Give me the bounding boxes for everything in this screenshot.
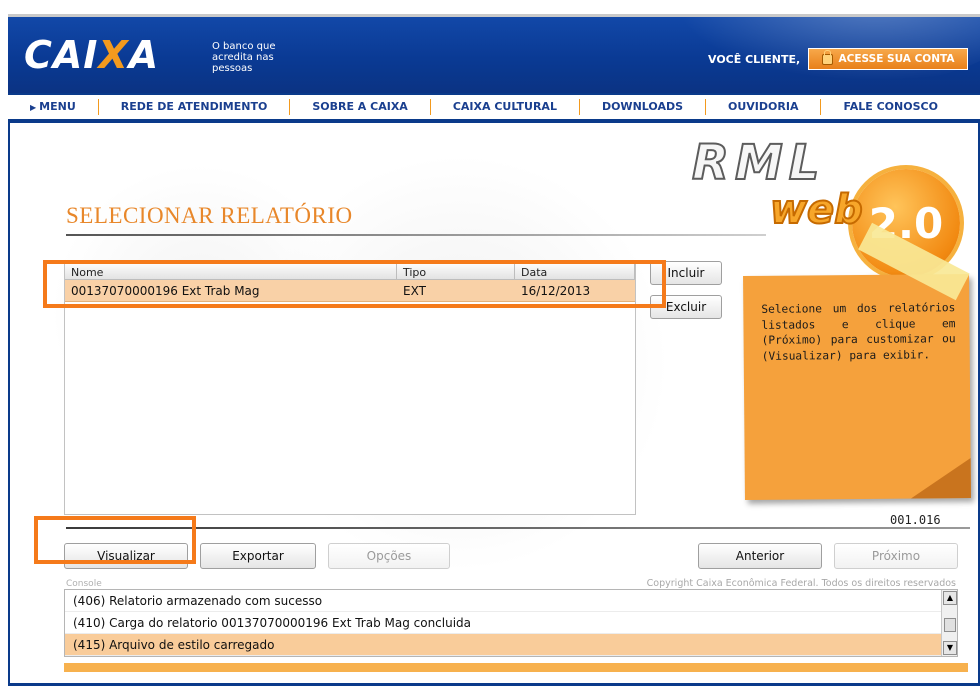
lock-icon — [821, 49, 833, 65]
help-note-text: Selecione um dos relatórios listados e c… — [761, 301, 956, 363]
scrollbar-thumb[interactable] — [944, 618, 956, 632]
nav-item-rede-de-atendimento[interactable]: REDE DE ATENDIMENTO — [99, 99, 291, 115]
progress-bar — [64, 663, 968, 672]
opcoes-button[interactable]: Opções — [328, 543, 450, 569]
caixa-logo[interactable]: CAIXA — [24, 33, 159, 77]
column-header-data[interactable]: Data — [515, 262, 635, 280]
nav-item-downloads[interactable]: DOWNLOADS — [580, 99, 707, 115]
logo-text-b: A — [128, 33, 160, 77]
cell-nome: 00137070000196 Ext Trab Mag — [71, 284, 260, 298]
acesse-sua-conta-label: ACESSE SUA CONTA — [838, 53, 955, 65]
nav-item-sobre-a-caixa[interactable]: SOBRE A CAIXA — [290, 99, 431, 115]
excluir-button[interactable]: Excluir — [650, 295, 722, 319]
nav-item-ouvidoria[interactable]: OUVIDORIA — [706, 99, 822, 115]
section-divider — [66, 527, 970, 529]
console-line: (415) Arquivo de estilo carregado — [65, 634, 957, 656]
rml-logo-text: RML — [691, 134, 826, 192]
column-header-tipo[interactable]: Tipo — [397, 262, 515, 280]
nav-item-fale-conosco[interactable]: FALE CONOSCO — [821, 99, 959, 115]
page-curl-decoration — [910, 458, 971, 499]
rml-web-logo: RML 2.0 web — [691, 131, 972, 277]
logo-text-x: X — [98, 33, 129, 77]
table-header: Nome Tipo Data — [65, 262, 635, 280]
console-line: (406) Relatorio armazenado com sucesso — [65, 590, 957, 612]
help-sticky-note: Selecione um dos relatórios listados e c… — [743, 222, 971, 500]
table-row[interactable]: 00137070000196 Ext Trab Mag EXT 16/12/20… — [65, 280, 635, 302]
copyright-text: Copyright Caixa Econômica Federal. Todos… — [646, 578, 956, 589]
exportar-button[interactable]: Exportar — [200, 543, 316, 569]
nav-item-menu[interactable]: ▶ MENU — [8, 99, 99, 115]
incluir-button[interactable]: Incluir — [650, 261, 722, 285]
acesse-sua-conta-button[interactable]: ACESSE SUA CONTA — [808, 48, 968, 70]
nav-item-caixa-cultural[interactable]: CAIXA CULTURAL — [431, 99, 580, 115]
console-log[interactable]: (406) Relatorio armazenado com sucesso (… — [64, 589, 958, 657]
anterior-button[interactable]: Anterior — [698, 543, 822, 569]
column-header-nome[interactable]: Nome — [65, 262, 397, 280]
scroll-down-icon[interactable]: ▼ — [943, 641, 957, 655]
title-divider — [66, 234, 766, 236]
cell-tipo: EXT — [403, 284, 426, 298]
page-title: SELECIONAR RELATÓRIO — [66, 203, 353, 228]
site-header: CAIXA O banco que acredita nas pessoas V… — [8, 17, 980, 93]
arrow-right-icon: ▶ — [30, 103, 37, 112]
logo-tagline: O banco que acredita nas pessoas — [212, 41, 276, 74]
nav-item-label: MENU — [39, 100, 76, 113]
report-table: Nome Tipo Data 00137070000196 Ext Trab M… — [64, 261, 636, 515]
console-line: (410) Carga do relatorio 00137070000196 … — [65, 612, 957, 634]
logo-text-a: CAI — [24, 33, 99, 77]
console-scrollbar[interactable]: ▲ ▼ — [941, 590, 957, 656]
voce-cliente-label: VOCÊ CLIENTE, — [708, 53, 801, 66]
proximo-button[interactable]: Próximo — [834, 543, 958, 569]
scroll-up-icon[interactable]: ▲ — [943, 591, 957, 605]
step-code: 001.016 — [890, 513, 941, 527]
cell-data: 16/12/2013 — [521, 284, 591, 298]
console-label: Console — [66, 579, 102, 589]
web-logo-text: web — [769, 186, 864, 234]
main-nav: ▶ MENU REDE DE ATENDIMENTO SOBRE A CAIXA … — [8, 95, 980, 121]
app-frame: CAIXA O banco que acredita nas pessoas V… — [8, 14, 980, 686]
content-panel: RML 2.0 web SELECIONAR RELATÓRIO Nome Ti… — [10, 123, 978, 683]
visualizar-button[interactable]: Visualizar — [64, 543, 188, 569]
